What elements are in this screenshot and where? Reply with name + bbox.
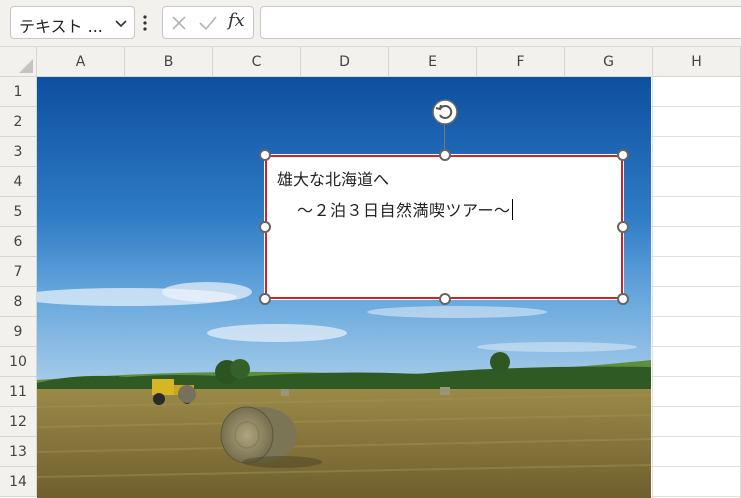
column-header-d[interactable]: D (301, 47, 389, 77)
row-header-3[interactable]: 3 (0, 137, 37, 167)
formula-input[interactable] (260, 6, 741, 39)
row-header-1[interactable]: 1 (0, 77, 37, 107)
row-header-2[interactable]: 2 (0, 107, 37, 137)
formula-actions: fx (162, 6, 254, 39)
row-header-7[interactable]: 7 (0, 257, 37, 287)
cancel-icon[interactable] (171, 15, 187, 31)
resize-handle-top-left[interactable] (259, 149, 271, 161)
more-options-icon[interactable] (143, 14, 147, 32)
selected-text-box[interactable]: 雄大な北海道へ 〜２泊３日自然満喫ツアー〜 (264, 154, 624, 300)
resize-handle-bottom[interactable] (439, 293, 451, 305)
row-header-11[interactable]: 11 (0, 377, 37, 407)
formula-bar: テキスト ... fx (0, 0, 741, 47)
row-header-9[interactable]: 9 (0, 317, 37, 347)
column-header-a[interactable]: A (37, 47, 125, 77)
select-all-button[interactable] (0, 47, 37, 77)
column-header-e[interactable]: E (389, 47, 477, 77)
column-header-f[interactable]: F (477, 47, 565, 77)
row-header-10[interactable]: 10 (0, 347, 37, 377)
column-header-b[interactable]: B (125, 47, 213, 77)
row-header-13[interactable]: 13 (0, 437, 37, 467)
row-header-5[interactable]: 5 (0, 197, 37, 227)
column-headers: A B C D E F G H (37, 47, 741, 77)
text-caret (511, 199, 514, 220)
column-header-g[interactable]: G (565, 47, 653, 77)
row-header-12[interactable]: 12 (0, 407, 37, 437)
name-box-value: テキスト ... (19, 17, 103, 36)
row-header-4[interactable]: 4 (0, 167, 37, 197)
resize-handle-left[interactable] (259, 221, 271, 233)
insert-function-button[interactable]: fx (228, 10, 245, 31)
resize-handle-top-right[interactable] (617, 149, 629, 161)
row-header-6[interactable]: 6 (0, 227, 37, 257)
column-header-c[interactable]: C (213, 47, 301, 77)
name-box[interactable]: テキスト ... (10, 6, 135, 39)
resize-handle-top[interactable] (439, 149, 451, 161)
check-icon[interactable] (198, 15, 218, 31)
resize-handle-bottom-right[interactable] (617, 293, 629, 305)
column-header-h[interactable]: H (653, 47, 741, 77)
row-headers: 1 2 3 4 5 6 7 8 9 10 11 12 13 14 (0, 77, 37, 498)
textbox-subtitle-text: 〜２泊３日自然満喫ツアー〜 (297, 201, 511, 220)
resize-handle-right[interactable] (617, 221, 629, 233)
row-header-14[interactable]: 14 (0, 467, 37, 497)
row-header-8[interactable]: 8 (0, 287, 37, 317)
textbox-title-line[interactable]: 雄大な北海道へ (277, 166, 389, 190)
rotate-handle-icon[interactable] (431, 98, 459, 126)
chevron-down-icon (115, 20, 127, 28)
textbox-subtitle-line[interactable]: 〜２泊３日自然満喫ツアー〜 (297, 197, 514, 221)
resize-handle-bottom-left[interactable] (259, 293, 271, 305)
